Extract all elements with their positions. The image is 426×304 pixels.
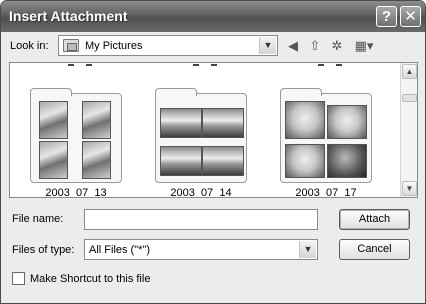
back-arrow-icon: ◀: [288, 38, 298, 53]
folder-thumbnail[interactable]: 2003_07_13: [30, 88, 124, 197]
up-folder-icon: ⇧: [309, 38, 321, 53]
up-one-level-button[interactable]: ⇧: [306, 36, 324, 56]
my-pictures-folder-icon: [63, 39, 79, 52]
chevron-down-icon[interactable]: ▼: [259, 37, 276, 54]
scroll-up-button[interactable]: ▲: [402, 64, 417, 79]
folder-icon: [155, 88, 247, 183]
cancel-button[interactable]: Cancel: [339, 239, 410, 260]
dialog-title: Insert Attachment: [9, 8, 128, 24]
folder-name: 2003_07_17: [295, 187, 357, 197]
views-menu-button[interactable]: ▦▾: [351, 36, 377, 56]
photo-thumbnail: [285, 101, 325, 139]
folder-name: 2003_07_13: [45, 187, 107, 197]
attach-button[interactable]: Attach: [339, 209, 410, 230]
photo-thumbnail: [160, 146, 202, 176]
new-folder-button[interactable]: ✲: [328, 36, 346, 56]
back-button[interactable]: ◀: [284, 36, 302, 56]
folder-icon: [30, 88, 122, 183]
file-list[interactable]: 2003_07_13 2003_07_14 2003_07_17 ▲ ▼: [9, 62, 418, 198]
make-shortcut-checkbox[interactable]: [12, 272, 25, 285]
photo-thumbnail: [82, 141, 111, 179]
help-button[interactable]: ?: [376, 6, 397, 27]
close-button[interactable]: ✕: [400, 6, 421, 27]
scroll-down-button[interactable]: ▼: [402, 181, 417, 196]
photo-thumbnail: [160, 108, 202, 138]
partial-row-above: [68, 64, 98, 66]
photo-thumbnail: [327, 144, 367, 178]
look-in-value: My Pictures: [85, 40, 143, 52]
photo-thumbnail: [285, 144, 325, 178]
photo-thumbnail: [327, 105, 367, 139]
scrollbar-thumb[interactable]: [402, 94, 417, 102]
photo-thumbnail: [82, 101, 111, 139]
photo-thumbnail: [39, 101, 68, 139]
title-bar[interactable]: Insert Attachment ? ✕: [1, 1, 425, 32]
files-of-type-select[interactable]: All Files ("*") ▼: [84, 239, 318, 260]
chevron-down-icon[interactable]: ▼: [299, 241, 316, 258]
folder-thumbnail[interactable]: 2003_07_17: [280, 88, 374, 197]
views-icon: ▦▾: [354, 38, 374, 53]
vertical-scrollbar[interactable]: ▲ ▼: [400, 63, 417, 197]
files-of-type-label: Files of type:: [12, 244, 75, 256]
partial-row-above: [193, 64, 223, 66]
insert-attachment-dialog: Insert Attachment ? ✕ Look in: My Pictur…: [0, 0, 426, 304]
photo-thumbnail: [39, 141, 68, 179]
make-shortcut-label[interactable]: Make Shortcut to this file: [30, 273, 150, 285]
file-name-label: File name:: [12, 213, 64, 225]
arrow-down-icon: ▼: [405, 184, 414, 193]
look-in-label: Look in:: [10, 40, 49, 52]
folder-thumbnail[interactable]: 2003_07_14: [155, 88, 249, 197]
partial-row-above: [318, 64, 348, 66]
arrow-up-icon: ▲: [405, 67, 414, 76]
photo-thumbnail: [202, 146, 244, 176]
new-folder-icon: ✲: [331, 38, 343, 53]
photo-thumbnail: [202, 108, 244, 138]
folder-name: 2003_07_14: [170, 187, 232, 197]
look-in-dropdown[interactable]: My Pictures ▼: [58, 35, 278, 56]
files-of-type-value: All Files ("*"): [89, 244, 150, 256]
folder-icon: [280, 88, 372, 183]
file-name-input[interactable]: [84, 209, 318, 230]
